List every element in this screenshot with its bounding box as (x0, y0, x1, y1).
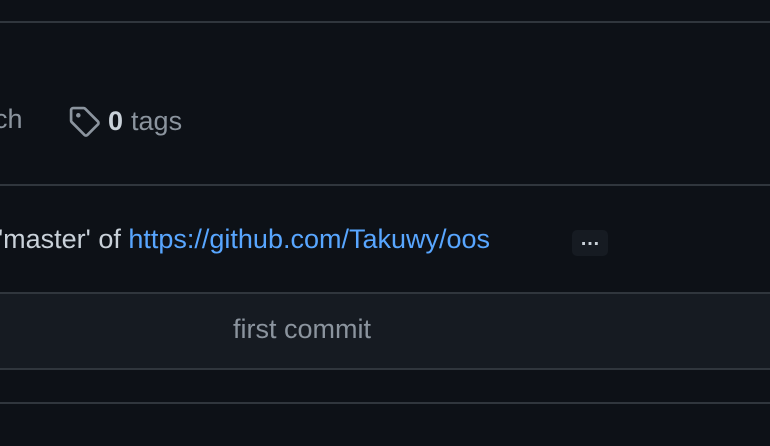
file-row: first commit (0, 294, 770, 368)
top-divider (0, 21, 770, 23)
commit-message: 'master' of https://github.com/Takuwy/oo… (0, 224, 490, 255)
branches-link[interactable]: ch (0, 104, 23, 135)
commit-message-prefix: 'master' of (0, 224, 129, 254)
expand-commit-message-button[interactable]: … (572, 229, 608, 256)
repo-page: ch 0 tags 'master' of https://github.com… (0, 0, 770, 446)
commit-url-link[interactable]: https://github.com/Takuwy/oos (128, 224, 490, 254)
file-row-bottom-divider (0, 368, 770, 370)
bottom-divider (0, 402, 770, 404)
tags-count: 0 (108, 105, 124, 136)
tag-icon (69, 106, 100, 137)
latest-commit-row: 'master' of https://github.com/Takuwy/oo… (0, 186, 770, 292)
file-commit-message-link[interactable]: first commit (233, 314, 371, 345)
tags-label: tags (131, 105, 183, 136)
repo-meta-row: ch 0 tags (0, 96, 770, 146)
tags-link[interactable]: 0 tags (68, 104, 182, 138)
